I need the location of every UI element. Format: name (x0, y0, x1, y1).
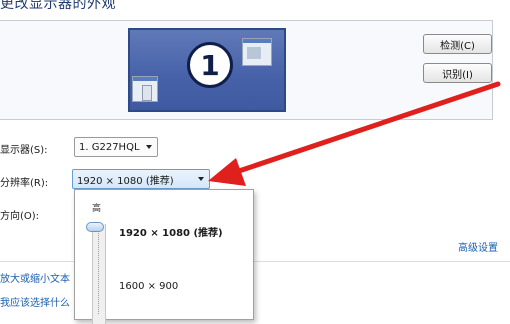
annotation-arrow (208, 81, 501, 186)
